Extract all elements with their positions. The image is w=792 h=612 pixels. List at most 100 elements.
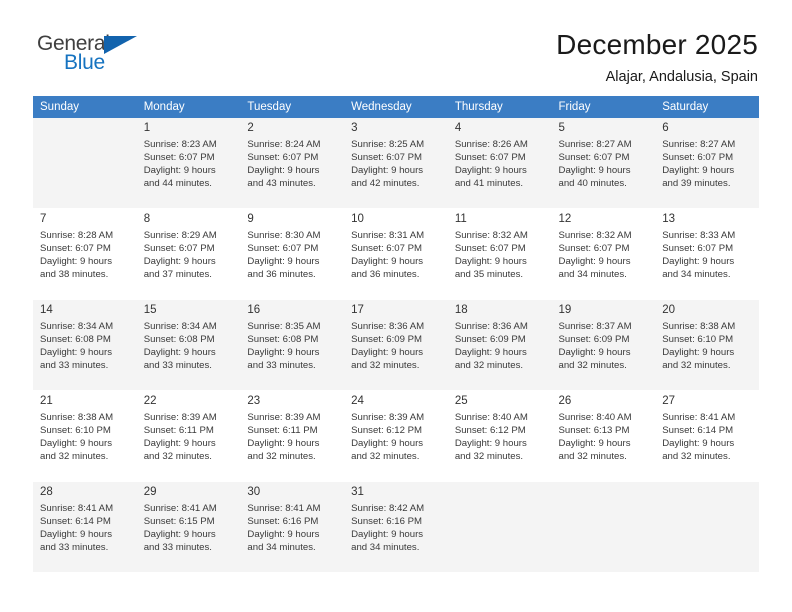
daylight-text-line1: Daylight: 9 hours xyxy=(40,347,112,359)
sunset-text: Sunset: 6:09 PM xyxy=(454,334,526,346)
daylight-text-line1: Daylight: 9 hours xyxy=(351,529,424,541)
calendar-day-cell[interactable]: 11 Sunrise: 8:32 AM Sunset: 6:07 PM Dayligh… xyxy=(447,208,552,300)
day-details: Sunrise: 8:40 AM Sunset: 6:13 PM Daylight:… xyxy=(559,411,650,463)
calendar-day-cell[interactable]: 6 Sunrise: 8:27 AM Sunset: 6:07 PM Daylight… xyxy=(655,118,759,209)
day-cell-content: 4 Sunrise: 8:26 AM Sunset: 6:07 PM Daylight… xyxy=(448,118,552,208)
calendar-day-cell[interactable]: 5 Sunrise: 8:27 AM Sunset: 6:07 PM Daylight… xyxy=(551,118,656,209)
calendar-day-cell[interactable]: 10 Sunrise: 8:31 AM Sunset: 6:07 PM Dayligh… xyxy=(344,208,448,300)
daylight-text-line2: and 36 minutes. xyxy=(351,269,420,281)
calendar-day-cell[interactable]: 30 Sunrise: 8:41 AM Sunset: 6:16 PM Dayligh… xyxy=(240,481,345,573)
daylight-text-line1: Daylight: 9 hours xyxy=(351,165,424,177)
calendar-empty-cell xyxy=(655,481,759,573)
day-details: Sunrise: 8:39 AM Sunset: 6:11 PM Daylight:… xyxy=(247,411,338,463)
calendar-day-cell[interactable]: 8 Sunrise: 8:29 AM Sunset: 6:07 PM Daylight… xyxy=(136,208,241,300)
day-number: 3 xyxy=(351,122,358,134)
calendar-day-cell[interactable]: 29 Sunrise: 8:41 AM Sunset: 6:15 PM Dayligh… xyxy=(136,481,241,573)
sunset-text: Sunset: 6:12 PM xyxy=(454,425,526,437)
daylight-text-line2: and 42 minutes. xyxy=(351,178,420,190)
calendar-empty-cell xyxy=(551,481,656,573)
daylight-text-line1: Daylight: 9 hours xyxy=(247,347,320,359)
sunrise-text: Sunrise: 8:32 AM xyxy=(558,230,632,241)
day-number: 21 xyxy=(40,395,53,407)
daylight-text-line2: and 32 minutes. xyxy=(454,451,524,463)
day-details: Sunrise: 8:41 AM Sunset: 6:15 PM Daylight:… xyxy=(144,502,235,554)
daylight-text-line2: and 32 minutes. xyxy=(662,360,731,372)
calendar-day-cell[interactable]: 28 Sunrise: 8:41 AM Sunset: 6:14 PM Dayligh… xyxy=(33,481,137,573)
calendar-day-cell[interactable]: 7 Sunrise: 8:28 AM Sunset: 6:07 PM Daylight… xyxy=(33,208,137,300)
calendar-day-cell[interactable]: 15 Sunrise: 8:34 AM Sunset: 6:08 PM Dayligh… xyxy=(136,299,241,391)
day-number: 27 xyxy=(662,395,676,407)
day-cell-content xyxy=(33,118,137,208)
page-header: General Blue December 2025 Alajar, Andal… xyxy=(0,0,792,96)
calendar-day-cell[interactable]: 9 Sunrise: 8:30 AM Sunset: 6:07 PM Daylight… xyxy=(240,208,345,300)
sunrise-text: Sunrise: 8:39 AM xyxy=(351,412,425,423)
day-cell-content: 7 Sunrise: 8:28 AM Sunset: 6:07 PM Daylight… xyxy=(33,209,137,299)
day-number: 16 xyxy=(247,304,261,316)
sunset-text: Sunset: 6:08 PM xyxy=(247,334,319,346)
day-number: 12 xyxy=(558,213,572,225)
day-cell-content: 6 Sunrise: 8:27 AM Sunset: 6:07 PM Daylight… xyxy=(655,118,759,208)
day-details: Sunrise: 8:34 AM Sunset: 6:08 PM Daylight:… xyxy=(40,320,131,372)
calendar-day-cell[interactable]: 27 Sunrise: 8:41 AM Sunset: 6:14 PM Dayligh… xyxy=(655,390,759,482)
calendar-day-cell[interactable]: 18 Sunrise: 8:36 AM Sunset: 6:09 PM Dayligh… xyxy=(447,299,552,391)
day-number: 17 xyxy=(351,304,364,316)
sunset-text: Sunset: 6:15 PM xyxy=(143,516,215,528)
sunrise-text: Sunrise: 8:34 AM xyxy=(40,321,114,332)
calendar-day-cell[interactable]: 3 Sunrise: 8:25 AM Sunset: 6:07 PM Daylight… xyxy=(344,118,448,209)
sunrise-text: Sunrise: 8:42 AM xyxy=(351,503,425,514)
calendar-day-cell[interactable]: 26 Sunrise: 8:40 AM Sunset: 6:13 PM Dayligh… xyxy=(551,390,656,482)
daylight-text-line1: Daylight: 9 hours xyxy=(558,347,631,359)
day-number: 31 xyxy=(351,486,364,498)
daylight-text-line2: and 34 minutes. xyxy=(247,542,316,554)
sunset-text: Sunset: 6:07 PM xyxy=(351,152,423,164)
sunrise-text: Sunrise: 8:40 AM xyxy=(558,412,632,423)
calendar-day-cell[interactable]: 31 Sunrise: 8:42 AM Sunset: 6:16 PM Dayligh… xyxy=(344,481,448,573)
sunset-text: Sunset: 6:14 PM xyxy=(662,425,734,437)
day-cell-content: 15 Sunrise: 8:34 AM Sunset: 6:08 PM Dayligh… xyxy=(137,300,241,390)
sunset-text: Sunset: 6:07 PM xyxy=(143,152,215,164)
day-cell-content: 11 Sunrise: 8:32 AM Sunset: 6:07 PM Dayligh… xyxy=(448,209,552,299)
daylight-text-line2: and 32 minutes. xyxy=(143,451,212,463)
day-cell-content: 30 Sunrise: 8:41 AM Sunset: 6:16 PM Dayligh… xyxy=(240,482,344,572)
day-number: 19 xyxy=(558,304,572,316)
day-details: Sunrise: 8:41 AM Sunset: 6:14 PM Daylight:… xyxy=(40,502,131,554)
calendar-day-cell[interactable]: 23 Sunrise: 8:39 AM Sunset: 6:11 PM Dayligh… xyxy=(240,390,345,482)
day-details: Sunrise: 8:42 AM Sunset: 6:16 PM Daylight:… xyxy=(351,502,442,554)
daylight-text-line2: and 41 minutes. xyxy=(454,178,524,190)
daylight-text-line1: Daylight: 9 hours xyxy=(247,529,320,541)
sunrise-text: Sunrise: 8:27 AM xyxy=(558,139,632,150)
day-details: Sunrise: 8:27 AM Sunset: 6:07 PM Daylight:… xyxy=(559,138,650,190)
calendar-day-cell[interactable]: 1 Sunrise: 8:23 AM Sunset: 6:07 PM Daylight… xyxy=(136,118,241,209)
calendar-day-cell[interactable]: 24 Sunrise: 8:39 AM Sunset: 6:12 PM Dayligh… xyxy=(344,390,448,482)
calendar-week-row: 7 Sunrise: 8:28 AM Sunset: 6:07 PM Daylight… xyxy=(33,208,759,300)
daylight-text-line2: and 43 minutes. xyxy=(247,178,316,190)
calendar-day-cell[interactable]: 13 Sunrise: 8:33 AM Sunset: 6:07 PM Dayligh… xyxy=(655,208,759,300)
calendar-day-cell[interactable]: 19 Sunrise: 8:37 AM Sunset: 6:09 PM Dayligh… xyxy=(551,299,656,391)
day-number: 11 xyxy=(454,213,467,225)
calendar-day-cell[interactable]: 20 Sunrise: 8:38 AM Sunset: 6:10 PM Dayligh… xyxy=(655,299,759,391)
daylight-text-line2: and 32 minutes. xyxy=(351,451,420,463)
daylight-text-line2: and 37 minutes. xyxy=(143,269,212,281)
sunset-text: Sunset: 6:12 PM xyxy=(351,425,423,437)
daylight-text-line1: Daylight: 9 hours xyxy=(454,438,527,450)
calendar-day-cell[interactable]: 21 Sunrise: 8:38 AM Sunset: 6:10 PM Dayligh… xyxy=(33,390,137,482)
calendar-day-cell[interactable]: 14 Sunrise: 8:34 AM Sunset: 6:08 PM Dayligh… xyxy=(33,299,137,391)
calendar-day-cell[interactable]: 17 Sunrise: 8:36 AM Sunset: 6:09 PM Dayligh… xyxy=(344,299,448,391)
daylight-text-line1: Daylight: 9 hours xyxy=(454,256,527,268)
calendar-day-cell[interactable]: 4 Sunrise: 8:26 AM Sunset: 6:07 PM Daylight… xyxy=(447,118,552,209)
calendar-day-cell[interactable]: 12 Sunrise: 8:32 AM Sunset: 6:07 PM Dayligh… xyxy=(551,208,656,300)
day-details: Sunrise: 8:31 AM Sunset: 6:07 PM Daylight:… xyxy=(351,229,442,281)
day-cell-content: 22 Sunrise: 8:39 AM Sunset: 6:11 PM Dayligh… xyxy=(137,391,241,481)
triangle-flag-icon xyxy=(104,36,137,54)
calendar-day-cell[interactable]: 22 Sunrise: 8:39 AM Sunset: 6:11 PM Dayligh… xyxy=(136,390,241,482)
day-details: Sunrise: 8:34 AM Sunset: 6:08 PM Daylight:… xyxy=(144,320,235,372)
daylight-text-line2: and 33 minutes. xyxy=(143,360,212,372)
daylight-text-line1: Daylight: 9 hours xyxy=(40,529,112,541)
calendar-day-cell[interactable]: 16 Sunrise: 8:35 AM Sunset: 6:08 PM Dayligh… xyxy=(240,299,345,391)
sunrise-text: Sunrise: 8:41 AM xyxy=(40,503,114,514)
sunrise-text: Sunrise: 8:38 AM xyxy=(40,412,114,423)
calendar-day-cell[interactable]: 25 Sunrise: 8:40 AM Sunset: 6:12 PM Dayligh… xyxy=(447,390,552,482)
daylight-text-line1: Daylight: 9 hours xyxy=(662,347,735,359)
calendar-day-cell[interactable]: 2 Sunrise: 8:24 AM Sunset: 6:07 PM Daylight… xyxy=(240,118,345,209)
sunrise-text: Sunrise: 8:35 AM xyxy=(247,321,321,332)
